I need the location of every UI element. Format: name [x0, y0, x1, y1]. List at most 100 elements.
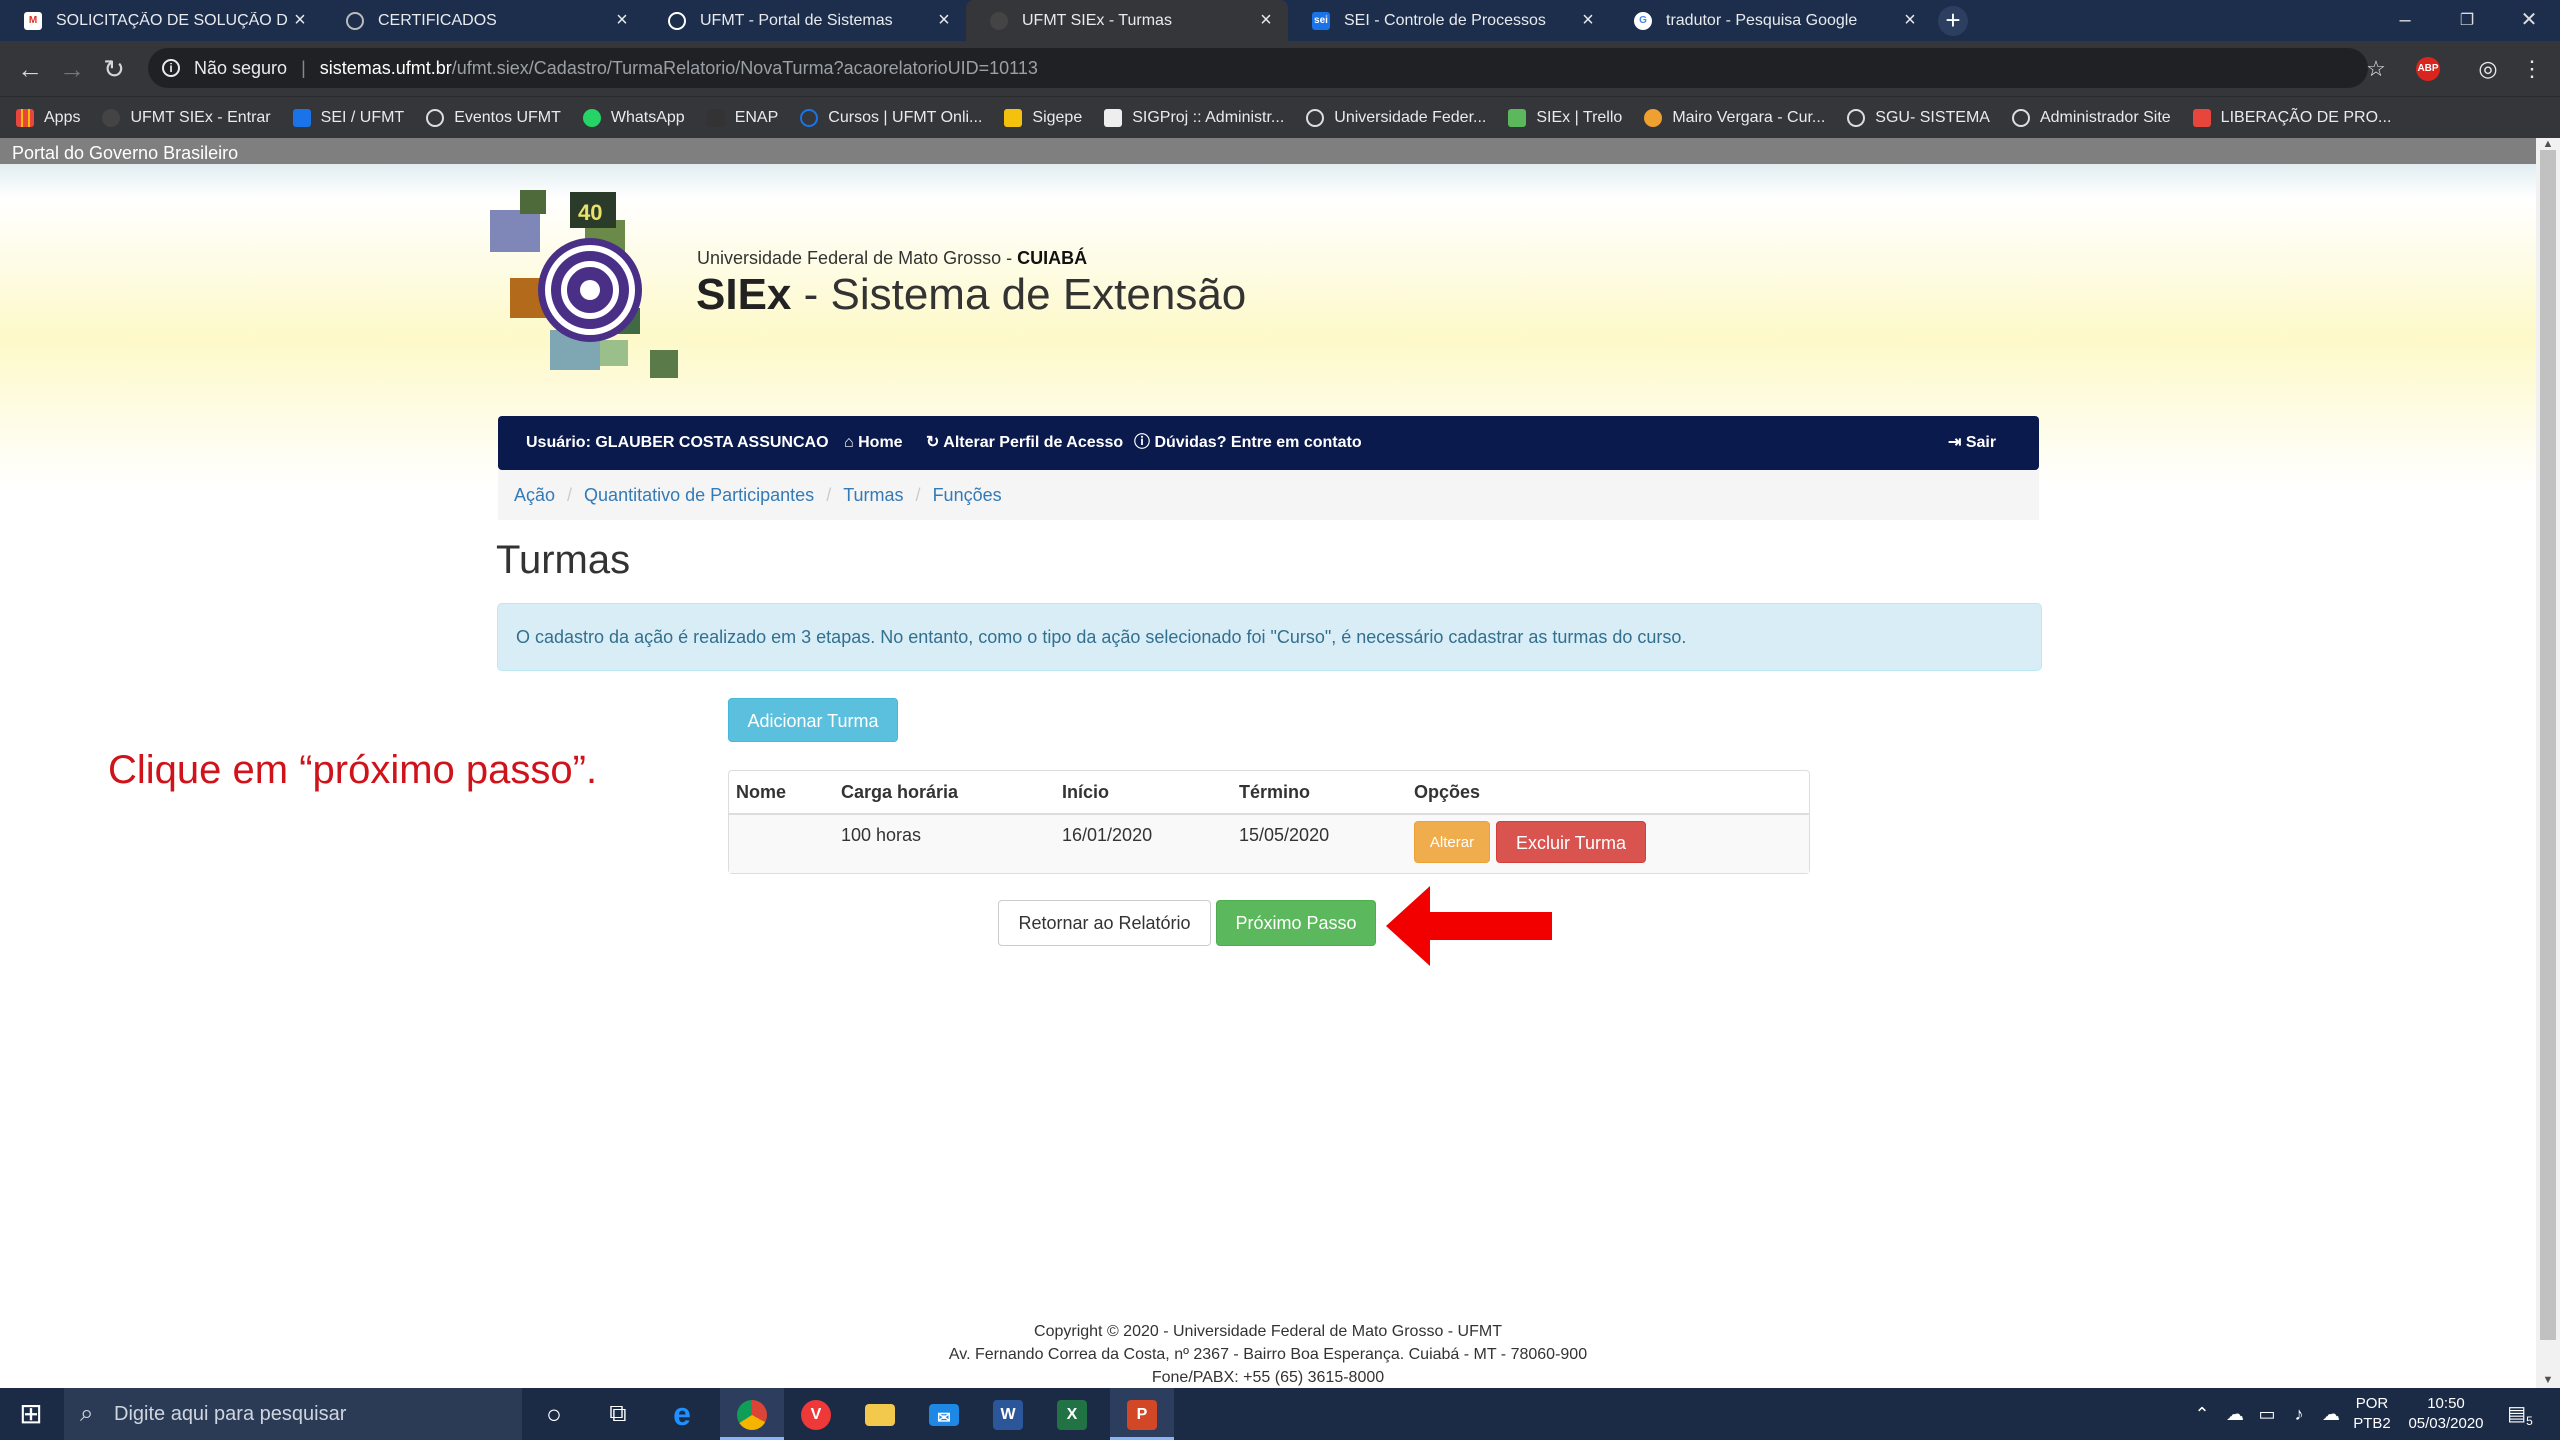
notification-center-icon[interactable]: ▤5 [2500, 1388, 2540, 1440]
add-turma-button[interactable]: Adicionar Turma [728, 698, 898, 742]
word-icon[interactable]: W [976, 1388, 1040, 1440]
breadcrumb-quantitativo[interactable]: Quantitativo de Participantes [584, 485, 814, 505]
breadcrumb-turmas[interactable]: Turmas [843, 485, 903, 505]
bookmark-trello[interactable]: SIEx | Trello [1508, 108, 1622, 127]
close-icon[interactable]: × [1254, 9, 1278, 32]
nav-duvidas[interactable]: ⓘ Dúvidas? Entre em contato [1134, 416, 1362, 470]
info-icon[interactable]: i [162, 59, 180, 77]
clock-date: 05/03/2020 [2408, 1415, 2484, 1432]
tab-title: UFMT - Portal de Sistemas [700, 11, 893, 29]
alterar-button[interactable]: Alterar [1414, 821, 1490, 863]
main-navbar: Usuário: GLAUBER COSTA ASSUNCAO ⌂ Home ↻… [498, 416, 2039, 470]
breadcrumb-acao[interactable]: Ação [514, 485, 555, 505]
tab-siex-turmas[interactable]: UFMT SIEx - Turmas × [966, 0, 1288, 41]
address-separator: | [301, 57, 306, 78]
close-icon[interactable]: × [610, 9, 634, 32]
taskbar-search-input[interactable]: ⌕ Digite aqui para pesquisar [64, 1388, 522, 1440]
address-bar[interactable]: i Não seguro | sistemas.ufmt.br/ufmt.sie… [148, 48, 2368, 88]
globe-icon [668, 11, 686, 30]
close-icon[interactable]: × [1576, 9, 1600, 32]
bookmark-eventos[interactable]: Eventos UFMT [426, 108, 561, 127]
menu-kebab-icon[interactable]: ⋮ [2518, 55, 2546, 83]
security-label[interactable]: Não seguro [194, 58, 287, 79]
file-explorer-icon[interactable] [848, 1388, 912, 1440]
tray-onedrive-icon[interactable]: ☁ [2316, 1388, 2346, 1440]
tray-language[interactable]: POR PTB2 [2350, 1388, 2394, 1440]
tray-volume-icon[interactable]: ♪ [2284, 1388, 2314, 1440]
tab-portal-sistemas[interactable]: UFMT - Portal de Sistemas × [644, 0, 966, 41]
vivaldi-icon[interactable]: V [784, 1388, 848, 1440]
url-host: sistemas.ufmt.br [319, 57, 452, 78]
powerpoint-icon[interactable]: P [1110, 1388, 1174, 1440]
tray-display-icon[interactable]: ▭ [2252, 1388, 2282, 1440]
reload-icon[interactable]: ↻ [98, 53, 130, 85]
bookmark-siex-entrar[interactable]: UFMT SIEx - Entrar [102, 108, 271, 127]
sei-icon [292, 108, 311, 127]
back-arrow-icon[interactable]: ← [14, 53, 46, 85]
bookmark-sei[interactable]: SEI / UFMT [292, 108, 404, 127]
cell-carga: 100 horas [841, 825, 922, 845]
logo-badge: 40 [578, 200, 602, 225]
bookmark-enap[interactable]: ENAP [706, 108, 778, 127]
close-icon[interactable]: × [1898, 9, 1922, 32]
bookmark-whatsapp[interactable]: WhatsApp [582, 108, 685, 127]
tab-title: UFMT SIEx - Turmas [1022, 11, 1172, 29]
windows-start-icon[interactable]: ⊞ [0, 1388, 62, 1440]
globe-icon [1847, 108, 1866, 127]
bookmark-apps[interactable]: Apps [16, 108, 80, 127]
cortana-icon[interactable]: ○ [522, 1388, 586, 1440]
edge-icon[interactable]: e [650, 1388, 714, 1440]
refresh-icon: ↻ [926, 434, 944, 451]
gov-bar[interactable]: Portal do Governo Brasileiro [0, 138, 2536, 164]
bookmark-sgu[interactable]: SGU- SISTEMA [1847, 108, 1990, 127]
close-icon[interactable]: × [288, 9, 312, 32]
profile-icon[interactable]: ◎ [2474, 55, 2502, 83]
bookmark-cursos[interactable]: Cursos | UFMT Onli... [800, 108, 982, 127]
proximo-passo-button[interactable]: Próximo Passo [1216, 900, 1376, 946]
chrome-icon[interactable] [720, 1388, 784, 1440]
excluir-turma-button[interactable]: Excluir Turma [1496, 821, 1646, 863]
user-info: Usuário: GLAUBER COSTA ASSUNCAO [526, 434, 829, 451]
page-title: Turmas [496, 538, 631, 582]
info-circle-icon: ⓘ [1134, 434, 1155, 451]
mail-icon[interactable]: ✉ [912, 1388, 976, 1440]
minimize-icon[interactable]: – [2370, 0, 2440, 41]
scroll-down-arrow-icon[interactable]: ▼ [2536, 1374, 2560, 1388]
tray-clock[interactable]: 10:50 05/03/2020 [2400, 1388, 2492, 1440]
home-icon: ⌂ [844, 434, 859, 451]
retornar-relatorio-button[interactable]: Retornar ao Relatório [998, 900, 1211, 946]
bookmark-mairo[interactable]: Mairo Vergara - Cur... [1644, 108, 1825, 127]
breadcrumb-separator: / [915, 485, 921, 505]
footer-copyright: Copyright © 2020 - Universidade Federal … [1034, 1323, 1502, 1340]
forward-arrow-icon[interactable]: → [56, 53, 88, 85]
globe-icon [990, 11, 1008, 30]
tab-certificados[interactable]: CERTIFICADOS × [322, 0, 644, 41]
bookmark-sigepe[interactable]: Sigepe [1004, 108, 1082, 127]
nav-alterar-perfil[interactable]: ↻ Alterar Perfil de Acesso [926, 416, 1123, 470]
bookmark-liberacao[interactable]: LIBERAÇÃO DE PRO... [2192, 108, 2391, 127]
excel-icon[interactable]: X [1040, 1388, 1104, 1440]
system-short-name: SIEx [696, 270, 792, 319]
nav-home[interactable]: ⌂ Home [844, 416, 903, 470]
tray-network-alert-icon[interactable]: ☁ [2220, 1388, 2250, 1440]
bookmark-universidade[interactable]: Universidade Feder... [1306, 108, 1486, 127]
globe-icon [346, 11, 364, 30]
bookmark-star-icon[interactable]: ☆ [2362, 55, 2390, 83]
tab-google[interactable]: G tradutor - Pesquisa Google × [1610, 0, 1932, 41]
page-scrollbar[interactable]: ▲ ▼ [2536, 138, 2560, 1388]
scrollbar-thumb[interactable] [2540, 150, 2556, 1340]
restore-icon[interactable]: ❐ [2432, 0, 2502, 41]
tab-gmail[interactable]: M SOLICITAÇÃO DE SOLUÇÃO DE P × [0, 0, 322, 41]
bookmark-admin-site[interactable]: Administrador Site [2011, 108, 2171, 127]
task-view-icon[interactable]: ⧉ [586, 1388, 650, 1440]
adblock-icon[interactable]: ABP [2416, 57, 2440, 81]
nav-sair[interactable]: ⇥ Sair [1948, 416, 1996, 470]
tab-sei[interactable]: sei SEI - Controle de Processos × [1288, 0, 1610, 41]
close-icon[interactable]: × [932, 9, 956, 32]
clock-time: 10:50 [2427, 1395, 2465, 1412]
tray-chevron-icon[interactable]: ⌃ [2188, 1388, 2216, 1440]
bookmark-sigproj[interactable]: SIGProj :: Administr... [1104, 108, 1284, 127]
window-close-icon[interactable]: ✕ [2494, 0, 2560, 41]
breadcrumb-funcoes[interactable]: Funções [933, 485, 1002, 505]
new-tab-button[interactable]: + [1938, 6, 1968, 36]
